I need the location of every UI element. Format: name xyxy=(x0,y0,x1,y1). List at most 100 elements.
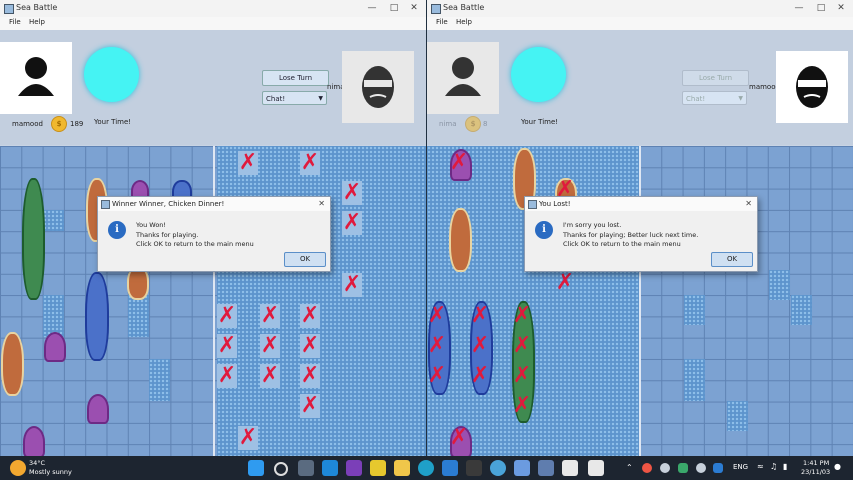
menu-file[interactable]: File xyxy=(9,18,21,26)
ship-purple xyxy=(23,426,45,456)
close-icon[interactable]: ✕ xyxy=(831,2,851,14)
app-icon xyxy=(4,4,14,14)
sea-battle-icon[interactable] xyxy=(588,460,604,476)
hit-mark: ✗ xyxy=(512,363,532,388)
volume-icon[interactable]: ♫ xyxy=(770,462,777,471)
tray-icon[interactable] xyxy=(660,463,670,473)
hit-mark: ✗ xyxy=(470,333,490,358)
app-icon xyxy=(431,4,441,14)
menu-bar: File Help xyxy=(0,17,426,30)
game-window-nima: Sea Battle — □ ✕ File Help nima $ 8 Your… xyxy=(427,0,853,456)
maximize-icon[interactable]: □ xyxy=(384,2,404,14)
ship-green xyxy=(22,178,45,300)
title-bar: Sea Battle — □ ✕ xyxy=(0,0,426,17)
ship-purple xyxy=(44,332,66,362)
game-board[interactable]: ✗ ✗ ✗ ✗ ✗ ✗ ✗ ✗ ✗ ✗ ✗ ✗ ✗ ✗ xyxy=(427,146,853,456)
teams-icon[interactable] xyxy=(322,460,338,476)
maximize-icon[interactable]: □ xyxy=(811,2,831,14)
lose-turn-button[interactable]: Lose Turn xyxy=(262,70,329,86)
hit-mark: ✗ xyxy=(470,303,490,328)
ok-button[interactable]: OK xyxy=(711,252,753,267)
start-icon[interactable] xyxy=(248,460,264,476)
turn-label: Your Time! xyxy=(94,118,132,126)
game-board[interactable]: ✗ ✗ ✗ ✗ ✗ ✗ ✗ ✗ ✗ ✗ ✗ ✗ ✗ ✗ ✗ ✗ xyxy=(0,146,426,456)
chat-select[interactable]: Chat! ▼ xyxy=(262,91,327,105)
hit-mark: ✗ xyxy=(427,333,447,358)
hit-mark: ✗ xyxy=(300,393,320,418)
title-bar: Sea Battle — □ ✕ xyxy=(427,0,853,17)
hit-mark: ✗ xyxy=(260,333,280,358)
terminal-icon[interactable] xyxy=(466,460,482,476)
masked-user-icon xyxy=(362,66,394,108)
chevron-down-icon: ▼ xyxy=(318,95,323,102)
water-area xyxy=(217,146,426,456)
lose-dialog: You Lost! ✕ i I'm sorry you lost. Thanks… xyxy=(524,196,758,272)
hit-mark: ✗ xyxy=(449,425,469,450)
hit-mark: ✗ xyxy=(555,270,575,295)
hit-mark: ✗ xyxy=(217,363,237,388)
water-cell xyxy=(43,210,64,231)
hit-mark: ✗ xyxy=(449,150,469,175)
close-icon[interactable]: ✕ xyxy=(404,2,424,14)
minimize-icon[interactable]: — xyxy=(789,2,809,14)
lose-turn-button[interactable]: Lose Turn xyxy=(682,70,749,86)
minimize-icon[interactable]: — xyxy=(362,2,382,14)
dialog-line: Click OK to return to the main menu xyxy=(563,240,681,248)
dialog-titlebar: You Lost! ✕ xyxy=(525,197,757,211)
notification-icon[interactable]: ● xyxy=(834,462,841,471)
water-cell xyxy=(43,295,64,337)
menu-file[interactable]: File xyxy=(436,18,448,26)
weather-desc[interactable]: Mostly sunny xyxy=(29,468,72,476)
dialog-line: I'm sorry you lost. xyxy=(563,221,622,229)
menu-help[interactable]: Help xyxy=(29,18,45,26)
clock-date[interactable]: 23/11/03 xyxy=(801,468,830,476)
weather-icon[interactable] xyxy=(10,460,26,476)
menu-help[interactable]: Help xyxy=(456,18,472,26)
app-icon[interactable] xyxy=(514,460,530,476)
clock-time[interactable]: 1:41 PM xyxy=(803,459,829,467)
opponent-avatar xyxy=(342,51,414,123)
tray-icon[interactable] xyxy=(642,463,652,473)
board-divider xyxy=(213,146,215,456)
player-avatar xyxy=(0,42,72,114)
ship-orange xyxy=(1,332,24,396)
coin-icon: $ xyxy=(465,116,481,132)
onenote-icon[interactable] xyxy=(346,460,362,476)
ok-button[interactable]: OK xyxy=(284,252,326,267)
hit-mark: ✗ xyxy=(217,333,237,358)
cloud-icon[interactable] xyxy=(696,463,706,473)
player-header: nima $ 8 Your Time! Lose Turn Chat! ▼ mam… xyxy=(427,30,853,145)
hit-mark: ✗ xyxy=(238,150,258,175)
water-cell xyxy=(128,295,149,337)
info-icon: i xyxy=(108,221,126,239)
chevron-up-icon[interactable]: ⌃ xyxy=(626,463,633,472)
onedrive-icon[interactable] xyxy=(713,463,723,473)
hit-mark: ✗ xyxy=(260,363,280,388)
player-name: mamood xyxy=(12,120,43,128)
close-icon[interactable]: ✕ xyxy=(318,197,325,211)
close-icon[interactable]: ✕ xyxy=(745,197,752,211)
sea-battle-icon[interactable] xyxy=(562,460,578,476)
app-icon[interactable] xyxy=(490,460,506,476)
widgets-icon[interactable] xyxy=(298,460,314,476)
language-indicator[interactable]: ENG xyxy=(733,463,748,471)
tray-icon[interactable] xyxy=(678,463,688,473)
search-icon[interactable] xyxy=(274,462,288,476)
app-icon[interactable] xyxy=(538,460,554,476)
water-cell xyxy=(769,270,790,300)
edge-icon[interactable] xyxy=(418,460,434,476)
hit-mark: ✗ xyxy=(512,393,532,418)
coin-count: 189 xyxy=(70,120,84,128)
coin-count: 8 xyxy=(483,120,488,128)
weather-temp[interactable]: 34°C xyxy=(29,459,45,467)
info-icon: i xyxy=(535,221,553,239)
wifi-icon[interactable]: ≈ xyxy=(757,462,764,471)
file-explorer-icon[interactable] xyxy=(394,460,410,476)
turn-timer xyxy=(84,47,139,102)
water-cell xyxy=(684,359,705,401)
sticky-notes-icon[interactable] xyxy=(370,460,386,476)
chat-select[interactable]: Chat! ▼ xyxy=(682,91,747,105)
battery-icon[interactable]: ▮ xyxy=(783,462,787,471)
coin-icon: $ xyxy=(51,116,67,132)
vscode-icon[interactable] xyxy=(442,460,458,476)
